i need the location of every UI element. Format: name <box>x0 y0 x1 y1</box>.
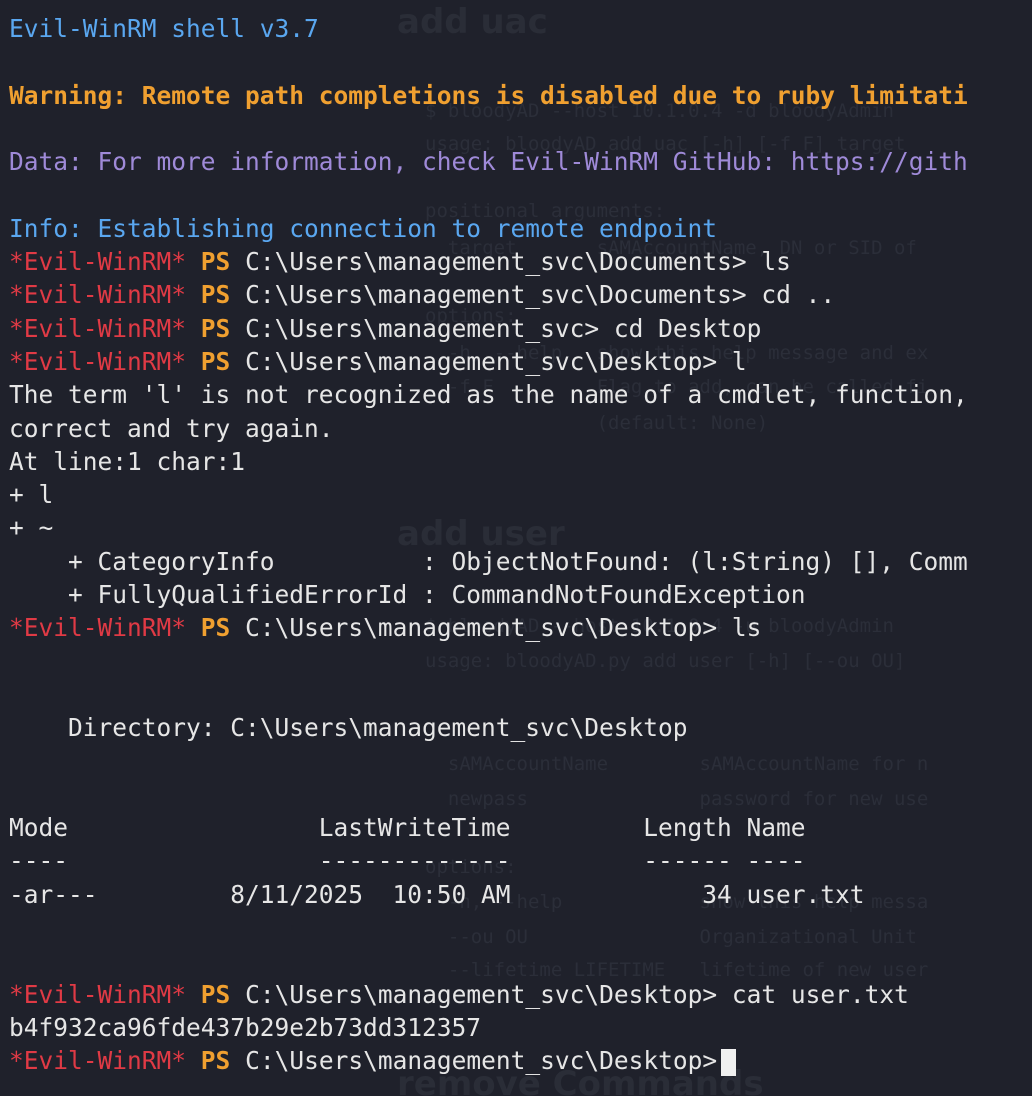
prompt-ps: PS <box>200 1046 231 1076</box>
command-text: ls <box>717 613 762 643</box>
error-line: correct and try again. <box>9 413 334 443</box>
error-line: + l <box>9 480 54 510</box>
command-text: cd .. <box>746 280 836 310</box>
prompt-path: C:\Users\management_svc> <box>245 313 600 343</box>
prompt-line: *Evil-WinRM* PS C:\Users\management_svc\… <box>9 245 1032 278</box>
prompt-path: C:\Users\management_svc\Desktop> <box>245 1046 718 1076</box>
prompt-ps: PS <box>200 280 231 310</box>
banner-shell-version: Evil-WinRM shell v3.7 <box>9 14 319 43</box>
text-cursor <box>721 1048 737 1076</box>
error-fully-qualified-id: + FullyQualifiedErrorId : CommandNotFoun… <box>9 580 806 610</box>
prompt-label: *Evil-WinRM* <box>9 247 187 277</box>
prompt-path: C:\Users\management_svc\Desktop> <box>245 346 718 376</box>
prompt-line: *Evil-WinRM* PS C:\Users\management_svc\… <box>9 978 1032 1011</box>
error-category-info: + CategoryInfo : ObjectNotFound: (l:Stri… <box>9 546 968 576</box>
active-prompt-line[interactable]: *Evil-WinRM* PS C:\Users\management_svc\… <box>9 1044 1032 1077</box>
prompt-ps: PS <box>200 979 231 1009</box>
error-line: + ~ <box>9 513 54 543</box>
listing-row-user-txt: -ar--- 8/11/2025 10:50 AM 34 user.txt <box>9 879 865 909</box>
prompt-line: *Evil-WinRM* PS C:\Users\management_svc>… <box>9 312 1032 345</box>
prompt-path: C:\Users\management_svc\Desktop> <box>245 979 718 1009</box>
command-text: cd Desktop <box>599 313 762 343</box>
prompt-label: *Evil-WinRM* <box>9 280 187 310</box>
prompt-path: C:\Users\management_svc\Documents> <box>245 247 747 277</box>
prompt-label: *Evil-WinRM* <box>9 979 187 1009</box>
prompt-label: *Evil-WinRM* <box>9 346 187 376</box>
prompt-line: *Evil-WinRM* PS C:\Users\management_svc\… <box>9 345 1032 378</box>
flag-output: b4f932ca96fde437b29e2b73dd312357 <box>9 1012 482 1042</box>
command-text: ls <box>746 247 791 277</box>
prompt-label: *Evil-WinRM* <box>9 613 187 643</box>
prompt-label: *Evil-WinRM* <box>9 313 187 343</box>
banner-data: Data: For more information, check Evil-W… <box>9 147 968 177</box>
banner-warning: Warning: Remote path completions is disa… <box>9 80 968 110</box>
prompt-line: *Evil-WinRM* PS C:\Users\management_svc\… <box>9 278 1032 311</box>
listing-header: Mode LastWriteTime Length Name <box>9 813 806 843</box>
prompt-line: *Evil-WinRM* PS C:\Users\management_svc\… <box>9 611 1032 644</box>
prompt-label: *Evil-WinRM* <box>9 1046 187 1076</box>
prompt-ps: PS <box>200 313 231 343</box>
banner-info: Info: Establishing connection to remote … <box>9 213 718 243</box>
terminal-output[interactable]: Evil-WinRM shell v3.7 Warning: Remote pa… <box>9 12 1032 1078</box>
error-line: At line:1 char:1 <box>9 446 246 476</box>
listing-underline: ---- ------------- ------ ---- <box>9 846 806 876</box>
command-text: l <box>717 346 747 376</box>
prompt-path: C:\Users\management_svc\Desktop> <box>245 613 718 643</box>
prompt-ps: PS <box>200 346 231 376</box>
error-line: The term 'l' is not recognized as the na… <box>9 380 968 410</box>
command-text: cat user.txt <box>717 979 909 1009</box>
prompt-ps: PS <box>200 613 231 643</box>
prompt-path: C:\Users\management_svc\Documents> <box>245 280 747 310</box>
prompt-ps: PS <box>200 247 231 277</box>
directory-heading: Directory: C:\Users\management_svc\Deskt… <box>9 713 688 743</box>
